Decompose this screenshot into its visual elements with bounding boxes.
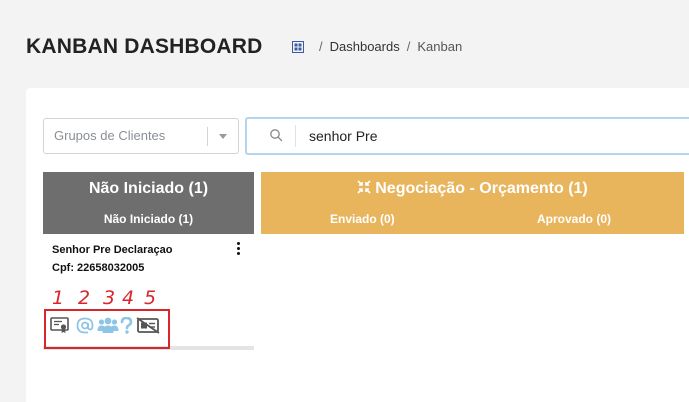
lead-name: Senhor Pre Declaraçao xyxy=(52,244,173,256)
column-title: Negociação - Orçamento (1) xyxy=(261,180,684,198)
search-divider xyxy=(295,125,296,147)
client-group-select[interactable]: Grupos de Clientes xyxy=(43,118,239,154)
id-card-off-icon[interactable] xyxy=(136,317,160,334)
column-negociacao-orcamento: Negociação - Orçamento (1) Enviado (0) A… xyxy=(261,172,684,234)
annotation-number: 2 xyxy=(78,287,91,309)
certificate-icon[interactable] xyxy=(50,317,69,334)
more-options-icon[interactable] xyxy=(235,242,241,260)
stage-aprovado: Aprovado (0) xyxy=(537,212,612,226)
breadcrumb-kanban: Kanban xyxy=(417,39,463,54)
breadcrumb-dashboards[interactable]: Dashboards xyxy=(330,39,400,54)
search-input[interactable] xyxy=(309,125,679,147)
annotation-number: 3 xyxy=(103,287,116,309)
search-box xyxy=(245,117,689,155)
shrink-arrows-icon[interactable] xyxy=(357,180,371,194)
annotation-number: 1 xyxy=(52,287,65,309)
home-grid-icon[interactable] xyxy=(292,40,304,53)
client-group-placeholder: Grupos de Clientes xyxy=(54,128,166,143)
select-separator xyxy=(207,127,208,146)
search-icon xyxy=(270,129,283,142)
annotation-number: 4 xyxy=(122,287,135,309)
column-nao-iniciado: Não Iniciado (1) Não Iniciado (1) xyxy=(43,172,254,234)
chevron-down-icon[interactable] xyxy=(219,134,227,139)
page-title: KANBAN DASHBOARD xyxy=(26,35,263,58)
column-title-text: Negociação - Orçamento (1) xyxy=(375,180,588,197)
annotation-number: 5 xyxy=(144,287,157,309)
question-icon[interactable] xyxy=(120,317,133,334)
breadcrumb-separator: / xyxy=(319,39,323,54)
breadcrumb: / Dashboards / Kanban xyxy=(292,39,462,54)
lead-cpf: Cpf: 22658032005 xyxy=(52,262,145,274)
at-sign-icon[interactable] xyxy=(76,317,94,334)
stage-enviado: Enviado (0) xyxy=(330,212,395,226)
users-icon[interactable] xyxy=(97,317,119,334)
stage-nao-iniciado: Não Iniciado (1) xyxy=(103,212,194,226)
column-title: Não Iniciado (1) xyxy=(88,180,209,197)
breadcrumb-separator: / xyxy=(406,39,411,54)
